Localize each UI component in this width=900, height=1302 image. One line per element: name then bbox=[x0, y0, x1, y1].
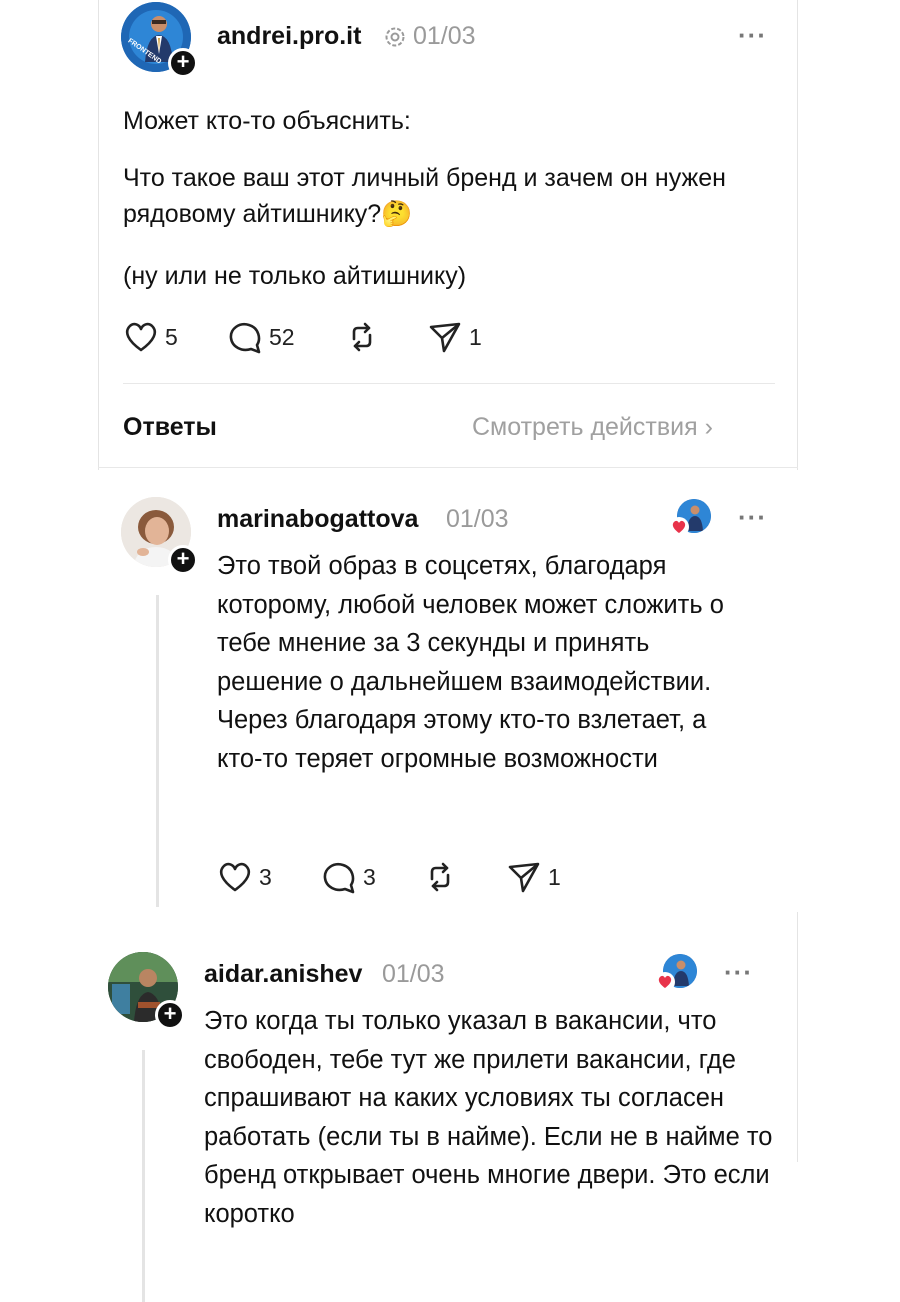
share-button[interactable]: 1 bbox=[506, 857, 561, 897]
reply-date: 01/03 bbox=[446, 505, 509, 533]
comment-count: 3 bbox=[363, 863, 376, 890]
more-dots-icon[interactable]: ··· bbox=[738, 502, 767, 533]
reply-username[interactable]: marinabogattova bbox=[217, 505, 418, 534]
heart-badge-icon bbox=[669, 517, 689, 537]
view-activity-link[interactable]: Смотреть действия › bbox=[472, 413, 713, 442]
heart-outline-icon bbox=[125, 322, 157, 352]
reply-date: 01/03 bbox=[382, 960, 445, 988]
repost-button[interactable] bbox=[422, 857, 458, 897]
send-icon bbox=[429, 322, 461, 353]
follow-plus-icon[interactable]: + bbox=[168, 545, 198, 575]
reply-username[interactable]: aidar.anishev bbox=[204, 960, 362, 989]
post-text-line: (ну или не только айтишнику) bbox=[123, 262, 467, 290]
divider bbox=[123, 383, 775, 384]
right-edge-line bbox=[797, 912, 798, 1162]
thread-line bbox=[156, 595, 159, 907]
post-date: 01/03 bbox=[413, 22, 476, 50]
comment-button[interactable]: 3 bbox=[321, 857, 376, 897]
left-edge-line bbox=[98, 0, 99, 470]
speech-bubble-icon bbox=[229, 323, 261, 354]
send-icon bbox=[508, 862, 540, 893]
post-text-line: Может кто-то объяснить: bbox=[123, 107, 411, 135]
heart-outline-icon bbox=[219, 862, 251, 892]
share-count: 1 bbox=[548, 863, 561, 890]
post-text-line: Что такое ваш этот личный бренд и зачем … bbox=[123, 164, 726, 228]
more-dots-icon[interactable]: ··· bbox=[724, 957, 753, 988]
speech-bubble-icon bbox=[323, 863, 355, 894]
divider bbox=[98, 467, 798, 468]
repost-button[interactable] bbox=[344, 317, 380, 357]
reply-text: Это твой образ в соцсетях, благодаря кот… bbox=[217, 552, 724, 773]
follow-plus-icon[interactable]: + bbox=[168, 48, 198, 78]
share-button[interactable]: 1 bbox=[427, 317, 482, 357]
repost-icon bbox=[352, 322, 372, 352]
verified-icon bbox=[384, 26, 406, 53]
right-edge-line bbox=[797, 0, 798, 470]
more-dots-icon[interactable]: ··· bbox=[738, 20, 767, 51]
post-username[interactable]: andrei.pro.it bbox=[217, 22, 361, 51]
post-actions: 5 52 1 bbox=[123, 317, 543, 357]
thread-line bbox=[142, 1050, 145, 1302]
reply-text: Это когда ты только указал в вакансии, ч… bbox=[204, 1007, 773, 1228]
repost-icon bbox=[430, 862, 450, 892]
comment-count: 52 bbox=[269, 323, 295, 350]
like-button[interactable]: 3 bbox=[217, 857, 272, 897]
like-count: 3 bbox=[259, 863, 272, 890]
replies-tab[interactable]: Ответы bbox=[123, 413, 217, 442]
comment-button[interactable]: 52 bbox=[227, 317, 295, 357]
share-count: 1 bbox=[469, 323, 482, 350]
follow-plus-icon[interactable]: + bbox=[155, 1000, 185, 1030]
heart-badge-icon bbox=[655, 972, 675, 992]
like-count: 5 bbox=[165, 323, 178, 350]
like-button[interactable]: 5 bbox=[123, 317, 178, 357]
reply-actions: 3 3 1 bbox=[217, 857, 577, 897]
